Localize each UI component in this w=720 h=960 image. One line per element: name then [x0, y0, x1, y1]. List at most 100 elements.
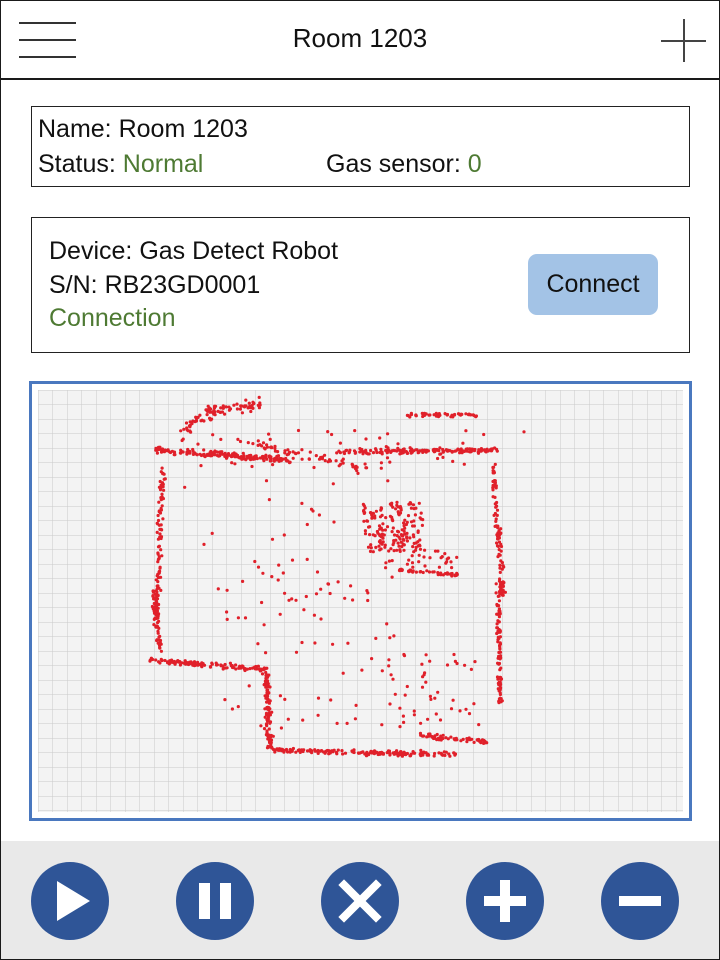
scan-point — [202, 542, 206, 546]
scan-point — [163, 477, 167, 481]
scan-point — [379, 547, 383, 551]
scan-point — [374, 545, 378, 549]
room-info-panel: Name: Room 1203 Status: Normal Gas senso… — [31, 106, 690, 187]
scan-point — [337, 464, 341, 468]
scan-point — [384, 566, 388, 570]
scan-point — [158, 642, 162, 646]
scan-point — [267, 727, 271, 731]
scan-point — [385, 622, 389, 626]
scan-point — [453, 449, 457, 453]
scan-point — [498, 570, 502, 574]
scan-point — [404, 449, 408, 454]
scan-point — [401, 447, 405, 451]
scan-point — [431, 570, 435, 574]
scan-point — [384, 561, 388, 565]
scan-point — [452, 751, 456, 755]
scan-point — [402, 538, 406, 542]
serial-value: RB23GD0001 — [104, 271, 261, 299]
scan-point — [230, 461, 234, 465]
scan-point — [416, 544, 420, 548]
scan-point — [421, 414, 425, 419]
zoom-in-button[interactable] — [466, 862, 544, 940]
scan-point — [268, 437, 272, 441]
scan-point — [291, 746, 295, 751]
scan-point — [469, 667, 473, 671]
scan-point — [251, 406, 255, 410]
scan-point — [249, 409, 253, 414]
scan-point — [463, 663, 467, 667]
scan-point — [353, 429, 357, 433]
play-button[interactable] — [31, 862, 109, 940]
scan-point — [387, 664, 391, 668]
lidar-map-panel[interactable] — [29, 381, 692, 821]
scan-point — [438, 718, 443, 722]
scan-point — [264, 479, 269, 483]
scan-point — [152, 597, 156, 601]
stop-button[interactable] — [321, 862, 399, 940]
scan-point — [242, 405, 247, 409]
scan-point — [396, 541, 400, 545]
scan-point — [159, 486, 163, 490]
scan-point — [438, 413, 442, 417]
scan-point — [352, 465, 356, 469]
scan-point — [249, 456, 253, 460]
scan-point — [157, 660, 161, 664]
scan-point — [362, 519, 366, 523]
scan-point — [369, 749, 373, 753]
scan-point — [353, 451, 357, 455]
scan-point — [256, 642, 260, 646]
scan-point — [492, 483, 496, 488]
scan-point — [383, 545, 387, 549]
scan-point — [424, 680, 428, 684]
room-name-value: Room 1203 — [118, 115, 248, 143]
scan-point — [444, 736, 448, 740]
scan-point — [377, 540, 382, 544]
scan-point — [343, 751, 348, 755]
scan-point — [428, 694, 432, 698]
scan-point — [316, 713, 320, 717]
scan-point — [418, 538, 422, 542]
scan-point — [433, 696, 437, 700]
scan-point — [216, 450, 220, 454]
scan-point — [244, 398, 248, 402]
scan-point — [157, 635, 161, 639]
scan-point — [413, 513, 417, 517]
scan-point — [362, 509, 366, 513]
scan-point — [218, 454, 222, 458]
scan-point — [380, 723, 384, 727]
connect-button[interactable]: Connect — [528, 254, 658, 315]
scan-point — [390, 501, 394, 505]
scan-point — [276, 578, 280, 582]
scan-point — [446, 572, 450, 576]
scan-point — [422, 411, 427, 415]
scan-point — [497, 604, 501, 608]
scan-point — [497, 615, 501, 619]
scan-point — [271, 463, 275, 467]
scan-point — [158, 646, 162, 650]
scan-point — [432, 450, 436, 454]
scan-point — [397, 448, 402, 452]
zoom-out-button[interactable] — [601, 862, 679, 940]
scan-point — [371, 451, 376, 455]
scan-point — [260, 672, 265, 676]
scan-point — [196, 415, 200, 419]
pause-button[interactable] — [176, 862, 254, 940]
scan-point — [377, 544, 381, 548]
scan-point — [405, 562, 409, 566]
scan-point — [271, 734, 275, 738]
scan-point — [264, 696, 268, 700]
scan-point — [502, 565, 506, 569]
scan-point — [287, 451, 291, 455]
scan-point — [340, 459, 344, 463]
scan-point — [498, 696, 502, 700]
scan-point — [379, 461, 383, 465]
scan-point — [368, 511, 373, 515]
scan-point — [451, 459, 455, 463]
scan-point — [208, 417, 212, 421]
gas-sensor-label: Gas sensor: — [326, 150, 461, 178]
scan-point — [268, 685, 272, 689]
scan-point — [474, 415, 478, 419]
scan-point — [208, 665, 213, 669]
scan-point — [309, 507, 314, 511]
add-plus-icon[interactable] — [661, 19, 707, 63]
